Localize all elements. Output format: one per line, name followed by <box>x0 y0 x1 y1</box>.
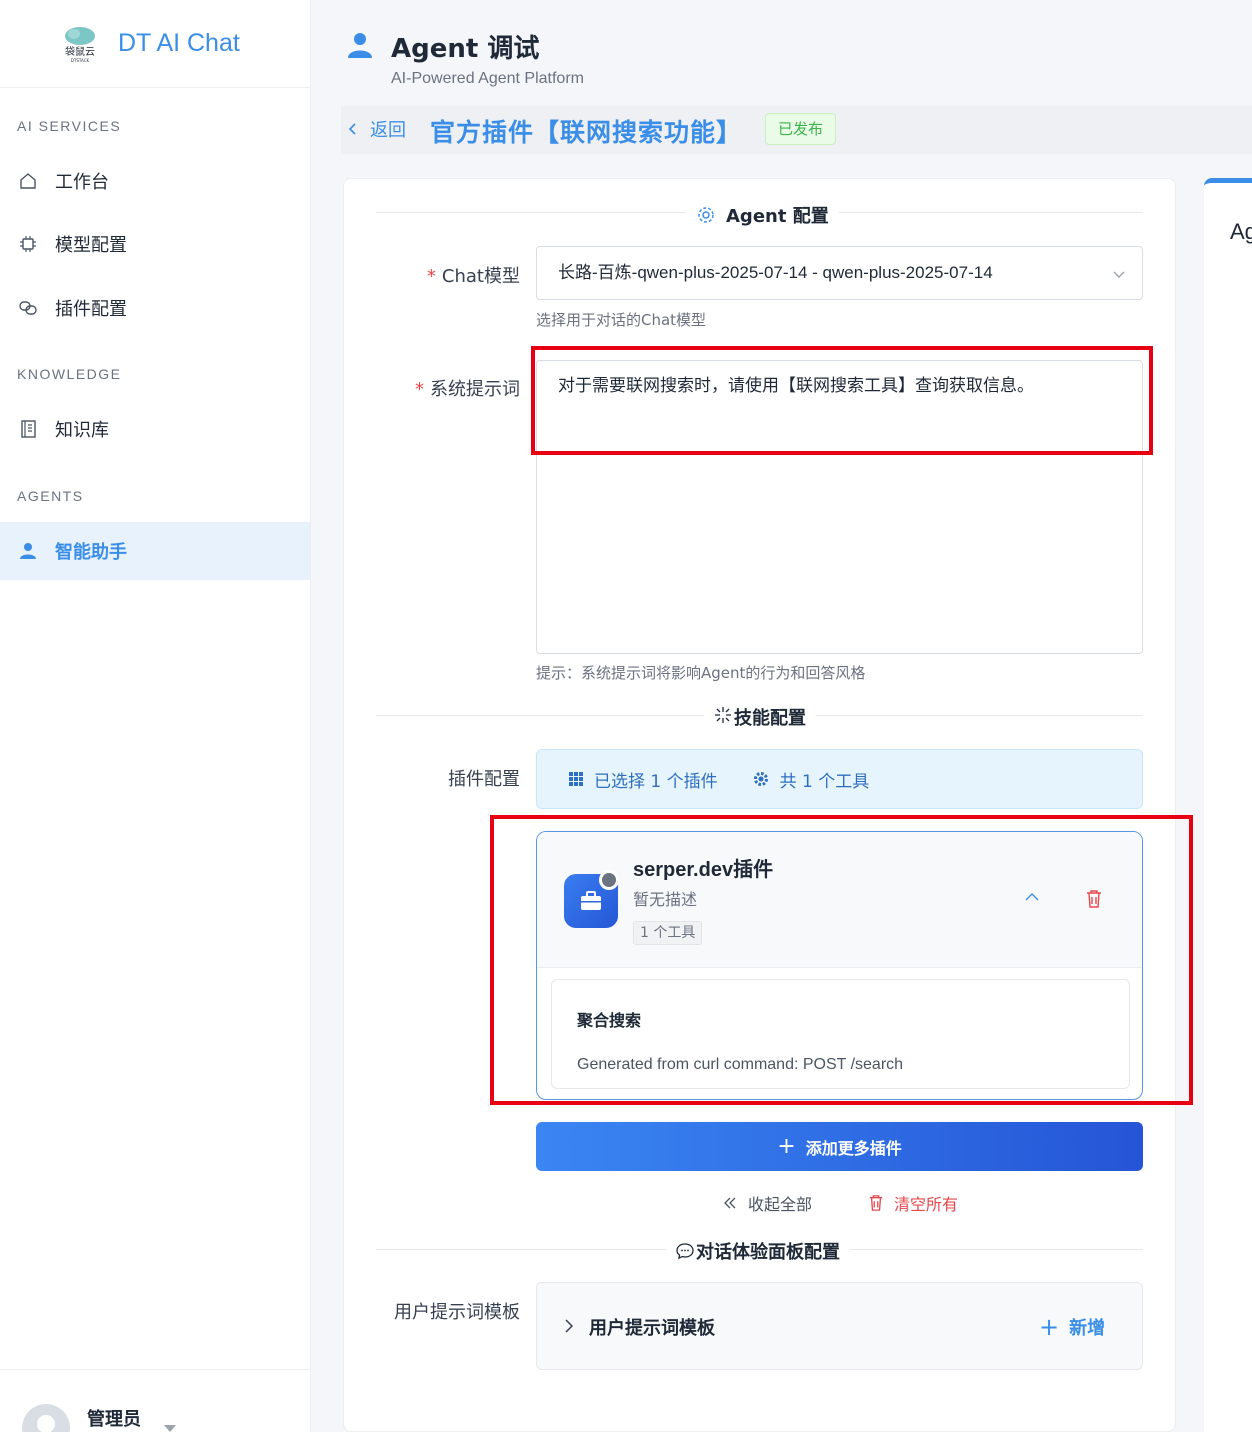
user-prompt-template-title: 用户提示词模板 <box>589 1318 715 1339</box>
brand-logo: 袋鼠云 DTSTACK <box>60 24 100 64</box>
clear-all-button[interactable]: 清空所有 <box>868 1191 958 1215</box>
user-icon <box>347 31 373 63</box>
chevron-down-icon <box>1113 271 1125 278</box>
right-panel: Ag <box>1204 178 1252 1432</box>
chat-model-label-text: Chat模型 <box>441 266 520 287</box>
home-icon <box>17 170 39 192</box>
add-template-button[interactable]: + 新增 <box>1039 1313 1105 1341</box>
sidebar-item-label: 模型配置 <box>55 235 127 256</box>
chevron-right-icon <box>565 1319 574 1333</box>
page-title: Agent 调试 <box>391 34 540 64</box>
app-title: DT AI Chat <box>118 29 240 57</box>
clear-all-label: 清空所有 <box>894 1195 959 1214</box>
sidebar-item-label: 工作台 <box>55 172 109 193</box>
highlight-box-system-prompt <box>531 346 1153 455</box>
right-panel-title: Ag <box>1230 219 1252 244</box>
sidebar-item-plugin-config[interactable]: 插件配置 <box>0 279 310 337</box>
chat-panel-label: 对话体验面板配置 <box>696 1242 840 1263</box>
selected-plugins-count: 已选择 1 个插件 <box>594 771 718 792</box>
page-subtitle: AI-Powered Agent Platform <box>391 70 584 87</box>
plus-icon: + <box>1039 1313 1060 1341</box>
section-knowledge: KNOWLEDGE <box>17 366 122 382</box>
sidebar-item-label: 插件配置 <box>55 299 127 320</box>
system-prompt-label-text: 系统提示词 <box>430 379 520 400</box>
plugin-config-label: 插件配置 <box>448 769 520 790</box>
add-more-plugins-label: 添加更多插件 <box>805 1138 902 1158</box>
agent-config-label: Agent 配置 <box>726 206 829 227</box>
avatar <box>22 1404 70 1432</box>
sidebar-item-knowledge-base[interactable]: 知识库 <box>0 400 310 458</box>
brand-logo-text: 袋鼠云 <box>65 45 95 58</box>
chat-model-select[interactable]: 长路-百炼-qwen-plus-2025-07-14 - qwen-plus-2… <box>536 246 1143 300</box>
system-prompt-label: * 系统提示词 <box>415 379 520 400</box>
back-button[interactable]: 返回 <box>346 116 406 142</box>
caret-down-icon <box>164 1425 176 1432</box>
skills-label: 技能配置 <box>734 708 806 729</box>
grid-icon <box>569 772 583 786</box>
cog-icon <box>753 772 768 786</box>
user-name: 管理员 <box>87 1409 141 1430</box>
collapse-all-button[interactable]: 收起全部 <box>722 1191 812 1215</box>
user-prompt-template-panel[interactable]: 用户提示词模板 + 新增 <box>536 1282 1143 1370</box>
chat-model-value: 长路-百炼-qwen-plus-2025-07-14 - qwen-plus-2… <box>558 263 993 282</box>
sidebar: 袋鼠云 DTSTACK DT AI Chat AI SERVICES 工作台 模… <box>0 0 311 1432</box>
back-label: 返回 <box>370 120 406 141</box>
user-menu[interactable]: 管理员 <box>0 1369 310 1432</box>
book-icon <box>17 418 39 440</box>
agent-config-heading: Agent 配置 <box>686 202 839 228</box>
status-badge: 已发布 <box>765 113 837 145</box>
plus-icon: + <box>777 1134 796 1159</box>
trash-icon <box>869 1195 883 1211</box>
brand-logo-subtext: DTSTACK <box>71 58 90 63</box>
section-agents: AGENTS <box>17 488 84 504</box>
gear-icon <box>698 207 714 223</box>
sidebar-item-label: 智能助手 <box>55 542 127 563</box>
sparkle-icon <box>714 706 732 729</box>
sidebar-item-model-config[interactable]: 模型配置 <box>0 215 310 273</box>
add-template-label: 新增 <box>1069 1318 1106 1339</box>
collapse-all-label: 收起全部 <box>748 1195 813 1214</box>
chat-panel-heading: 对话体验面板配置 <box>666 1238 850 1264</box>
sidebar-item-workbench[interactable]: 工作台 <box>0 152 310 210</box>
system-prompt-hint: 提示：系统提示词将影响Agent的行为和回答风格 <box>536 664 866 682</box>
total-tools-count: 共 1 个工具 <box>779 771 870 792</box>
chat-bubble-icon <box>676 1243 694 1260</box>
chevron-left-icon <box>348 123 356 135</box>
chip-icon <box>17 233 39 255</box>
plugin-summary-bar: 已选择 1 个插件 共 1 个工具 <box>536 749 1143 809</box>
sidebar-item-label: 知识库 <box>55 420 109 441</box>
section-ai-services: AI SERVICES <box>17 118 122 134</box>
chat-model-label: * Chat模型 <box>426 266 520 287</box>
user-icon <box>17 540 39 562</box>
double-chevron-left-icon <box>724 1197 736 1209</box>
add-more-plugins-button[interactable]: + 添加更多插件 <box>536 1122 1143 1171</box>
skills-heading: 技能配置 <box>704 704 816 730</box>
brand[interactable]: 袋鼠云 DTSTACK DT AI Chat <box>0 0 310 88</box>
user-prompt-template-label: 用户提示词模板 <box>394 1302 520 1323</box>
highlight-box-plugin <box>490 815 1193 1105</box>
link-icon <box>17 297 39 319</box>
sidebar-item-assistant[interactable]: 智能助手 <box>0 522 310 580</box>
chat-model-hint: 选择用于对话的Chat模型 <box>536 311 707 329</box>
plugin-title: 官方插件【联网搜索功能】 <box>430 118 743 147</box>
